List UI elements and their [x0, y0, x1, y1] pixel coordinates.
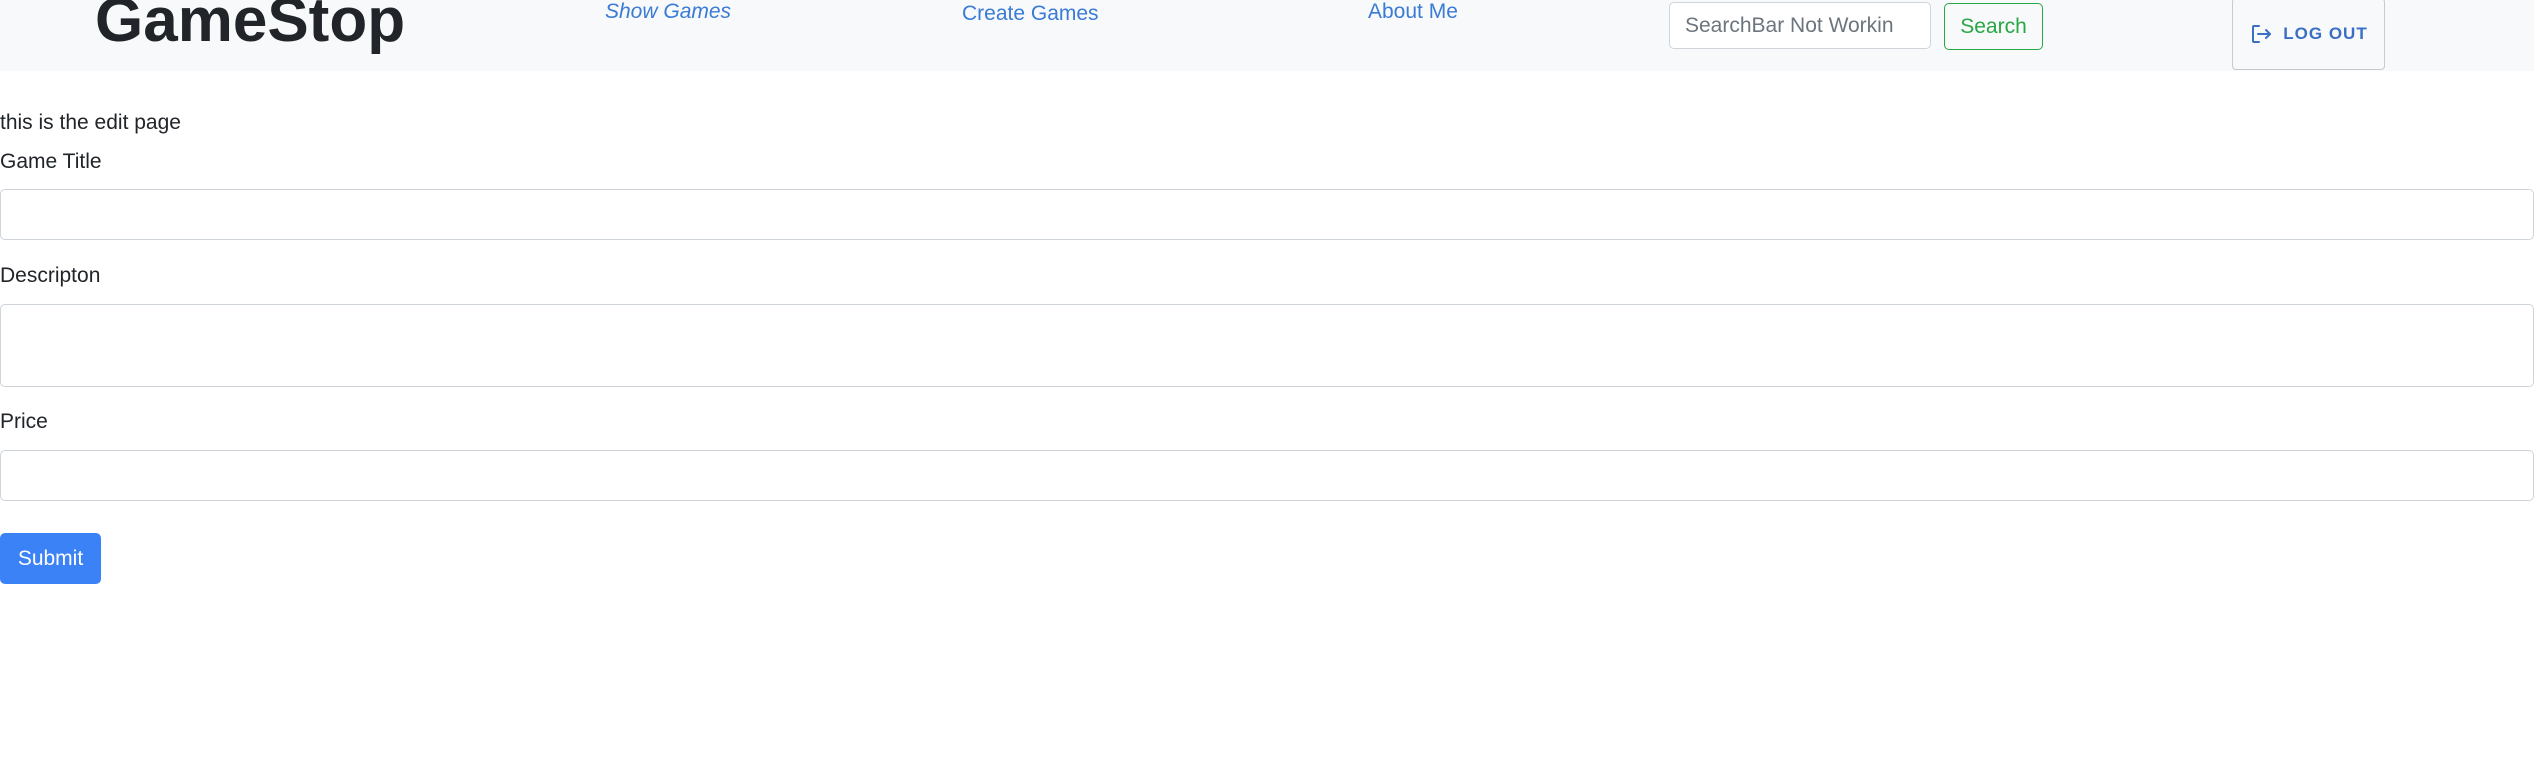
game-title-label: Game Title [0, 150, 102, 173]
description-input[interactable] [0, 304, 2534, 387]
price-input[interactable] [0, 450, 2534, 501]
logout-button[interactable]: LOG OUT [2232, 0, 2385, 70]
submit-button[interactable]: Submit [0, 533, 101, 584]
nav-link-create-games[interactable]: Create Games [962, 2, 1099, 26]
brand-logo[interactable]: GameStop [95, 0, 405, 52]
search-input[interactable] [1669, 2, 1931, 49]
page-heading: this is the edit page [0, 111, 181, 134]
logout-label: LOG OUT [2283, 24, 2368, 43]
price-label: Price [0, 410, 48, 433]
game-title-input[interactable] [0, 189, 2534, 240]
description-label: Descripton [0, 264, 101, 287]
nav-link-show-games[interactable]: Show Games [605, 0, 731, 24]
logout-icon [2249, 22, 2273, 46]
navbar: GameStop Show Games Create Games About M… [0, 0, 2534, 71]
nav-link-about-me[interactable]: About Me [1368, 0, 1458, 24]
search-button[interactable]: Search [1944, 3, 2043, 50]
